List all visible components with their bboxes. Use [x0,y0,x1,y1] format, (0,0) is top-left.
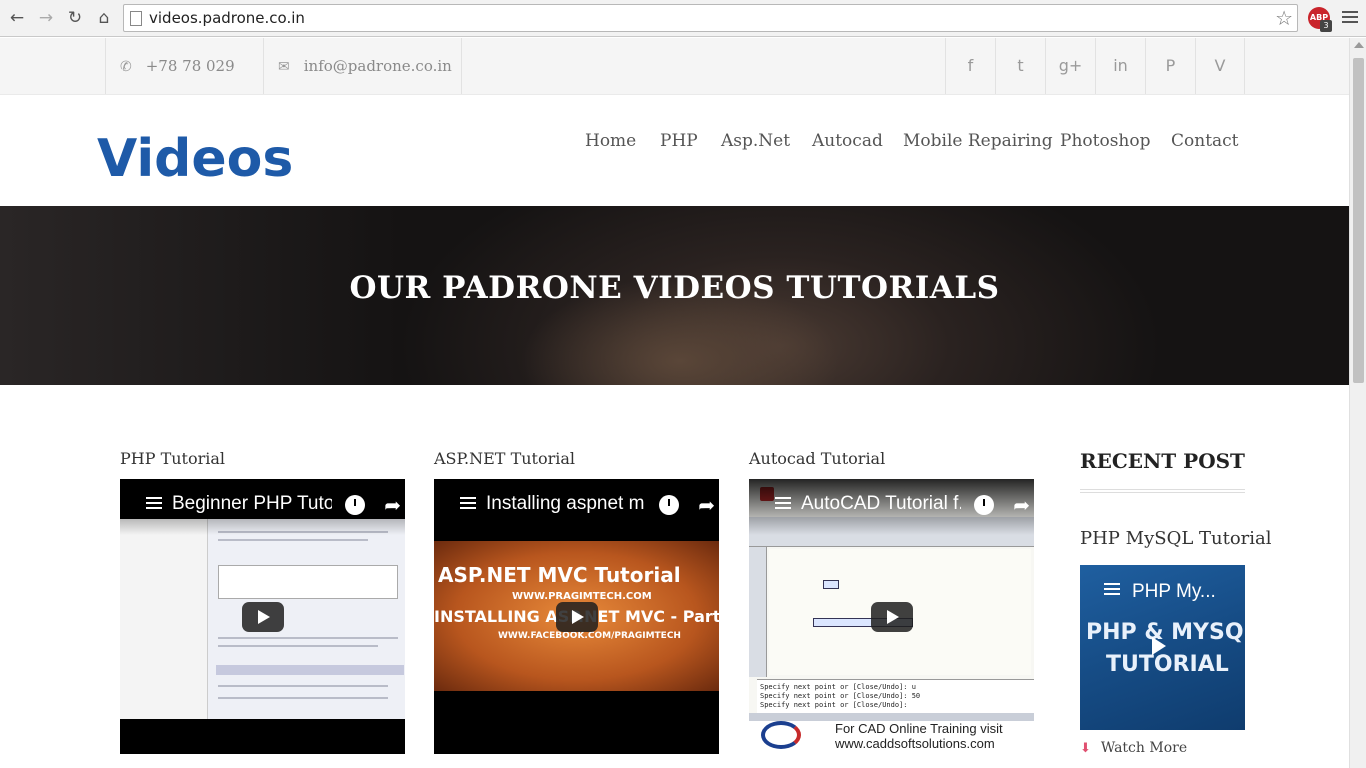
php-tutorial-heading: PHP Tutorial [120,449,226,468]
nav-aspnet[interactable]: Asp.Net [721,131,790,151]
phone-icon: ✆ [120,59,132,75]
recent-post-heading: RECENT POST [1080,449,1245,473]
page-icon [130,11,142,26]
site-logo[interactable]: Videos [97,129,293,189]
watch-later-icon[interactable] [345,495,365,515]
watch-more-link[interactable]: ⬇ Watch More [1080,740,1187,756]
email-contact[interactable]: ✉ info@padrone.co.in [263,38,462,94]
video-title[interactable]: Installing aspnet m... [486,493,646,515]
watch-later-icon[interactable] [659,495,679,515]
recent-post-video-player[interactable]: PHP & MYSQL TUTORIAL PHP My... [1080,565,1245,730]
autocad-video-player[interactable]: Specify next point or [Close/Undo]: u Sp… [749,479,1034,754]
video-title[interactable]: AutoCAD Tutorial f... [801,493,961,515]
video-title[interactable]: Beginner PHP Tuto... [172,493,332,515]
cadd-logo [761,721,801,749]
recent-post-title[interactable]: PHP MySQL Tutorial [1080,528,1272,549]
thumb-line: WWW.PRAGIMTECH.COM [512,591,652,602]
url-text[interactable]: videos.padrone.co.in [149,9,305,27]
command-text: Specify next point or [Close/Undo]: [760,701,908,709]
nav-home[interactable]: Home [585,131,636,151]
google-plus-icon[interactable]: g+ [1045,38,1095,94]
home-icon[interactable]: ⌂ [94,8,114,28]
adblock-count-badge: 3 [1320,20,1332,32]
back-icon[interactable]: ← [7,8,27,28]
watch-later-icon[interactable] [974,495,994,515]
email-address[interactable]: info@padrone.co.in [304,57,452,75]
scroll-thumb[interactable] [1353,58,1364,383]
share-icon[interactable]: ➦ [698,493,715,517]
download-icon: ⬇ [1080,741,1091,756]
aspnet-video-player[interactable]: ASP.NET MVC Tutorial WWW.PRAGIMTECH.COM … [434,479,719,754]
twitter-icon[interactable]: t [995,38,1045,94]
video-title-bar: Installing aspnet m... ➦ [434,479,719,535]
page-scrollbar[interactable] [1349,38,1366,768]
browser-toolbar: ← → ↻ ⌂ videos.padrone.co.in ☆ ABP 3 [0,0,1366,37]
browser-menu-icon[interactable] [1342,8,1358,26]
nav-php[interactable]: PHP [660,131,698,151]
video-title-bar: AutoCAD Tutorial f... ➦ [749,479,1034,535]
play-button[interactable] [241,601,284,632]
command-line: Specify next point or [Close/Undo]: u Sp… [757,679,1034,713]
video-title-bar: Beginner PHP Tuto... ➦ [120,479,405,535]
playlist-icon[interactable] [775,497,791,511]
scroll-up-icon[interactable] [1354,42,1364,48]
php-video-player[interactable]: Beginner PHP Tuto... ➦ [120,479,405,754]
share-icon[interactable]: ➦ [384,493,401,517]
aspnet-tutorial-heading: ASP.NET Tutorial [434,449,576,468]
command-text: Specify next point or [Close/Undo]: 50 [760,692,921,700]
address-bar[interactable]: videos.padrone.co.in ☆ [123,4,1298,32]
thumb-line: WWW.FACEBOOK.COM/PRAGIMTECH [498,631,681,641]
watch-more-label[interactable]: Watch More [1101,740,1187,756]
reload-icon[interactable]: ↻ [65,8,85,28]
play-button[interactable] [870,601,913,632]
bookmark-star-icon[interactable]: ☆ [1275,6,1293,30]
footer-url: www.caddsoftsolutions.com [835,736,995,751]
nav-photoshop[interactable]: Photoshop [1060,131,1150,151]
playlist-icon[interactable] [146,497,162,511]
play-button[interactable] [1152,637,1166,655]
hero-title: OUR PADRONE VIDEOS TUTORIALS [349,270,1000,306]
video-title[interactable]: PHP My... [1132,581,1216,603]
linkedin-icon[interactable]: in [1095,38,1145,94]
nav-autocad[interactable]: Autocad [812,131,883,151]
playlist-icon[interactable] [1104,583,1120,597]
playlist-icon[interactable] [460,497,476,511]
facebook-icon[interactable]: f [945,38,995,94]
autocad-tutorial-heading: Autocad Tutorial [749,449,886,468]
thumb-line: ASP.NET MVC Tutorial [438,563,681,587]
site-header: Videos Home PHP Asp.Net Autocad Mobile R… [0,95,1349,206]
email-icon: ✉ [278,59,290,75]
thumb-line: TUTORIAL [1106,652,1229,677]
hero-banner: OUR PADRONE VIDEOS TUTORIALS [0,206,1349,385]
vimeo-icon[interactable]: V [1195,38,1245,94]
nav-contact[interactable]: Contact [1171,131,1239,151]
pinterest-icon[interactable]: P [1145,38,1195,94]
share-icon[interactable]: ➦ [1013,493,1030,517]
phone-contact[interactable]: ✆+78 78 029 129 [105,38,264,132]
forward-icon[interactable]: → [36,8,56,28]
nav-mobile-repairing[interactable]: Mobile Repairing [903,131,1053,151]
footer-text: For CAD Online Training visit [835,721,1003,736]
command-text: Specify next point or [Close/Undo]: u [760,683,916,691]
top-contact-bar: ✆+78 78 029 129 ✉info@padrone.co.in f t … [0,38,1349,132]
divider [1080,489,1245,493]
play-button[interactable] [555,601,598,632]
